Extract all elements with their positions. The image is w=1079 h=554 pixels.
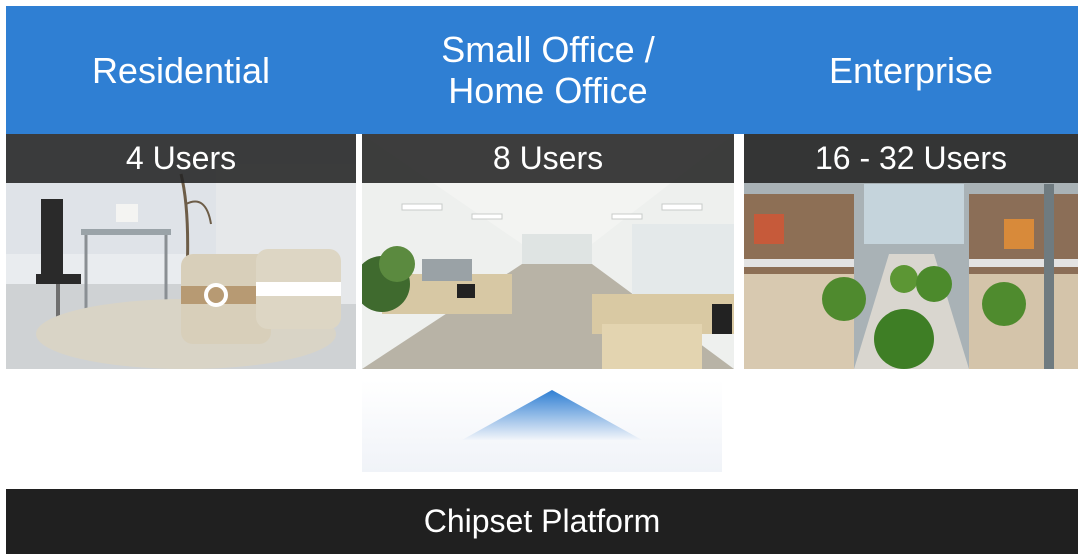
users-label-enterprise: 16 - 32 Users	[744, 134, 1078, 183]
enterprise-photo: 16 - 32 Users	[744, 134, 1078, 369]
up-arrow-icon	[462, 390, 642, 440]
small-office-photo: 8 Users	[362, 134, 734, 369]
users-label-small-office: 8 Users	[362, 134, 734, 183]
arrow-background	[362, 380, 722, 472]
platform-label: Chipset Platform	[423, 503, 661, 539]
users-label-residential: 4 Users	[6, 134, 356, 183]
platform-bar: Chipset Platform	[6, 489, 1078, 554]
segment-title-small-office: Small Office / Home Office	[441, 29, 655, 111]
residential-photo: 4 Users	[6, 134, 356, 369]
segment-title-residential: Residential	[91, 49, 271, 91]
segment-title-enterprise: Enterprise	[828, 49, 994, 91]
